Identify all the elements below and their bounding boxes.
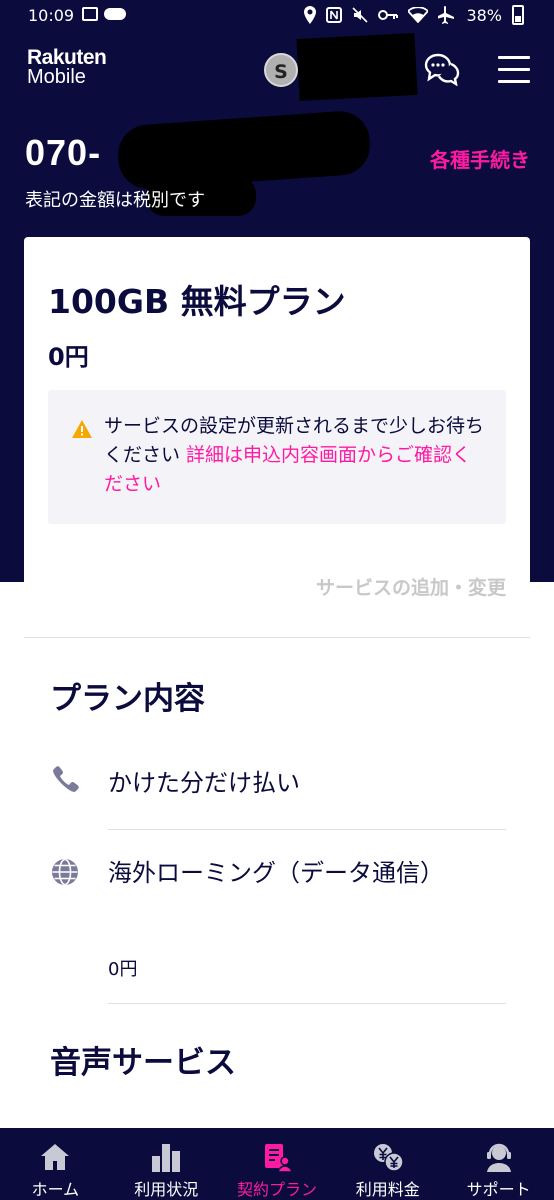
nav-label: サポート [466, 1180, 531, 1199]
key-icon [378, 10, 399, 20]
cloud-icon [104, 8, 126, 20]
status-bar: 10:09 38% [0, 0, 554, 32]
support-icon [486, 1143, 511, 1172]
yen-icon [373, 1144, 404, 1172]
nav-label: ホーム [31, 1180, 80, 1199]
status-time: 10:09 [28, 6, 75, 25]
rakuten-mobile-logo[interactable]: Rakuten Mobile [27, 46, 107, 89]
nav-usage[interactable]: 利用状況 [111, 1128, 222, 1200]
status-icons-left [82, 7, 126, 21]
warning-icon [72, 420, 92, 438]
nav-label: 利用料金 [355, 1180, 420, 1199]
divider [24, 637, 530, 638]
plan-name: 100GB 無料プラン [48, 282, 346, 321]
plan-item-price: 0円 [108, 959, 138, 980]
gallery-icon [82, 7, 98, 21]
plan-details-title: プラン内容 [50, 681, 205, 717]
wifi-icon [408, 7, 429, 23]
battery-percent: 38% [466, 5, 502, 25]
contract-icon [264, 1144, 293, 1172]
battery-icon [512, 5, 524, 25]
home-icon [41, 1144, 70, 1170]
phone-number: 070- [25, 132, 102, 173]
plan-item-label: かけた分だけ払い [108, 769, 300, 797]
tax-note: 表記の金額は税別です [25, 190, 205, 211]
nfc-icon [326, 7, 343, 23]
phone-icon [53, 766, 79, 792]
bottom-nav: ホーム 利用状況 契約プラン 利用料金 サポート [0, 1128, 554, 1200]
mute-icon [352, 7, 369, 23]
plan-price: 0円 [48, 343, 89, 371]
update-notice: サービスの設定が更新されるまで少しお待ちください 詳細は申込内容画面からご確認く… [48, 390, 506, 524]
hamburger-menu-icon[interactable] [498, 56, 530, 84]
voice-services-title: 音声サービス [50, 1045, 236, 1081]
nav-label: 契約プラン [236, 1180, 317, 1199]
add-service-link[interactable]: サービスの追加・変更 [316, 573, 506, 600]
chat-icon[interactable] [424, 52, 460, 86]
location-icon [304, 6, 317, 24]
bar-chart-icon [152, 1144, 181, 1172]
plan-item-label: 海外ローミング（データ通信） [108, 859, 444, 887]
nav-label: 利用状況 [134, 1180, 199, 1199]
nav-support[interactable]: サポート [443, 1128, 554, 1200]
airplane-icon [438, 6, 455, 24]
notice-text: サービスの設定が更新されるまで少しお待ちください 詳細は申込内容画面からご確認く… [104, 412, 484, 499]
redaction [296, 32, 418, 102]
procedures-link[interactable]: 各種手続き [430, 144, 530, 173]
divider [108, 1003, 506, 1004]
nav-billing[interactable]: 利用料金 [332, 1128, 443, 1200]
plan-card: 100GB 無料プラン 0円 サービスの設定が更新されるまで少しお待ちください … [24, 237, 530, 1200]
nav-contract-plan[interactable]: 契約プラン [222, 1128, 333, 1200]
globe-icon [52, 858, 78, 886]
user-avatar[interactable]: S [264, 53, 298, 87]
status-icons-right: 38% [304, 5, 524, 25]
nav-home[interactable]: ホーム [0, 1128, 111, 1200]
divider [108, 829, 506, 830]
